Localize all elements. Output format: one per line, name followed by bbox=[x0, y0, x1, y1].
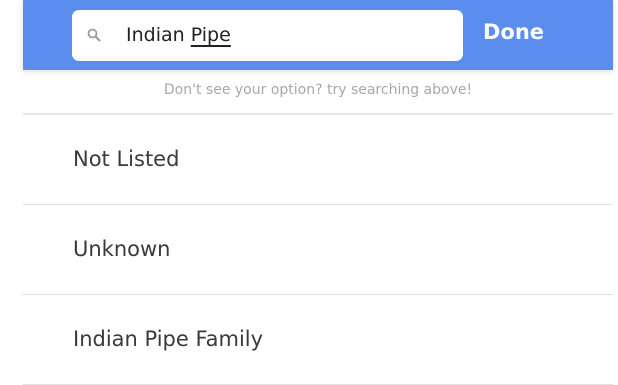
search-value-composing: Pipe bbox=[190, 24, 231, 46]
list-item-label: Indian Pipe Family bbox=[73, 327, 264, 351]
list-item-label: Not Listed bbox=[73, 147, 180, 171]
list-item-label: Unknown bbox=[73, 237, 171, 261]
search-hint-text: Don't see your option? try searching abo… bbox=[163, 82, 473, 98]
search-icon bbox=[87, 28, 101, 42]
search-picker-screen: Indian Pipe Done Don't see your option? … bbox=[0, 0, 618, 385]
list-item-not-listed[interactable]: Not Listed bbox=[23, 115, 613, 205]
options-list: Not Listed Unknown Indian Pipe Family bbox=[23, 115, 613, 385]
search-header: Indian Pipe Done bbox=[23, 0, 613, 70]
search-input-value: Indian Pipe bbox=[126, 23, 231, 47]
list-item-unknown[interactable]: Unknown bbox=[23, 205, 613, 295]
list-item-indian-pipe-family[interactable]: Indian Pipe Family bbox=[23, 295, 613, 385]
done-button[interactable]: Done bbox=[483, 20, 544, 44]
search-input[interactable]: Indian Pipe bbox=[72, 10, 463, 61]
search-value-prefix: Indian bbox=[126, 24, 191, 46]
